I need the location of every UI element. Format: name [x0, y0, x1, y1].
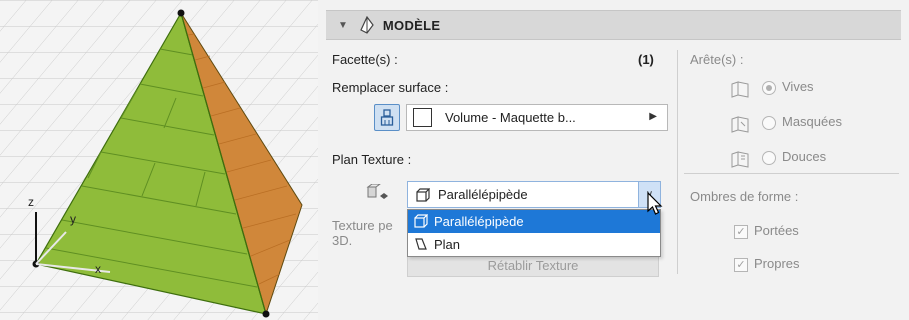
texture-note-line2: 3D. [332, 233, 353, 248]
sharp-edges-icon [731, 81, 749, 98]
model-icon [360, 16, 374, 34]
facettes-label: Facette(s) : [332, 52, 398, 67]
radio-douces[interactable] [762, 151, 776, 165]
surface-swatch [413, 108, 432, 127]
checkbox-portees[interactable]: ✓ [734, 225, 748, 239]
model-section-header[interactable]: ▼ MODÈLE [326, 10, 901, 40]
section-divider [684, 173, 899, 174]
texture-dropdown-list: Parallélépipède Plan [407, 209, 661, 257]
vertex-bottom[interactable] [262, 310, 270, 318]
radio-douces-label: Douces [782, 149, 827, 164]
brush-icon [380, 108, 394, 126]
facettes-count: (1) [638, 52, 654, 67]
axis-y-label: y [70, 212, 76, 226]
aretes-label: Arête(s) : [690, 52, 744, 67]
texture-map-icon [366, 184, 388, 199]
reset-texture-button[interactable]: Rétablir Texture [407, 257, 659, 277]
ombres-label: Ombres de forme : [690, 189, 799, 204]
box-mapping-icon [416, 188, 430, 202]
axis-z-label: z [28, 195, 34, 209]
texture-option-label: Parallélépipède [434, 214, 524, 229]
viewport-canvas [0, 0, 318, 320]
3d-viewport[interactable]: z y x [0, 0, 318, 320]
column-divider [677, 50, 678, 274]
surface-picker[interactable]: Volume - Maquette b... ▶ [406, 104, 668, 131]
texture-selected-value: Parallélépipède [438, 187, 528, 202]
texture-option-plan[interactable]: Plan [408, 233, 660, 256]
settings-panel: ▼ MODÈLE Facette(s) : (1) Remplacer surf… [318, 0, 909, 320]
section-title: MODÈLE [382, 17, 441, 33]
hidden-edges-icon [731, 116, 749, 133]
box-mapping-icon [414, 214, 428, 228]
radio-masquees[interactable] [762, 116, 776, 130]
texture-option-parallelepipede[interactable]: Parallélépipède [408, 210, 660, 233]
plane-mapping-icon [415, 238, 427, 250]
vertex-apex[interactable] [177, 9, 185, 17]
mouse-cursor-icon [647, 191, 663, 215]
remplacer-surface-label: Remplacer surface : [332, 80, 449, 95]
checkbox-propres[interactable]: ✓ [734, 258, 748, 272]
texture-option-label: Plan [434, 237, 461, 252]
collapse-triangle-icon[interactable]: ▼ [338, 20, 348, 31]
axis-x-label: x [95, 262, 101, 276]
checkbox-propres-label: Propres [754, 256, 800, 271]
radio-vives[interactable] [762, 81, 776, 95]
radio-masquees-label: Masquées [782, 114, 842, 129]
smooth-edges-icon [731, 151, 749, 168]
texture-mapping-select[interactable]: Parallélépipède ∨ [407, 181, 661, 208]
texture-note-line1: Texture pe [332, 218, 393, 233]
radio-vives-label: Vives [782, 79, 814, 94]
surface-value: Volume - Maquette b... [445, 110, 576, 125]
brush-button[interactable] [374, 104, 400, 131]
checkbox-portees-label: Portées [754, 223, 799, 238]
plan-texture-label: Plan Texture : [332, 152, 412, 167]
surface-arrow-icon: ▶ [649, 111, 657, 122]
